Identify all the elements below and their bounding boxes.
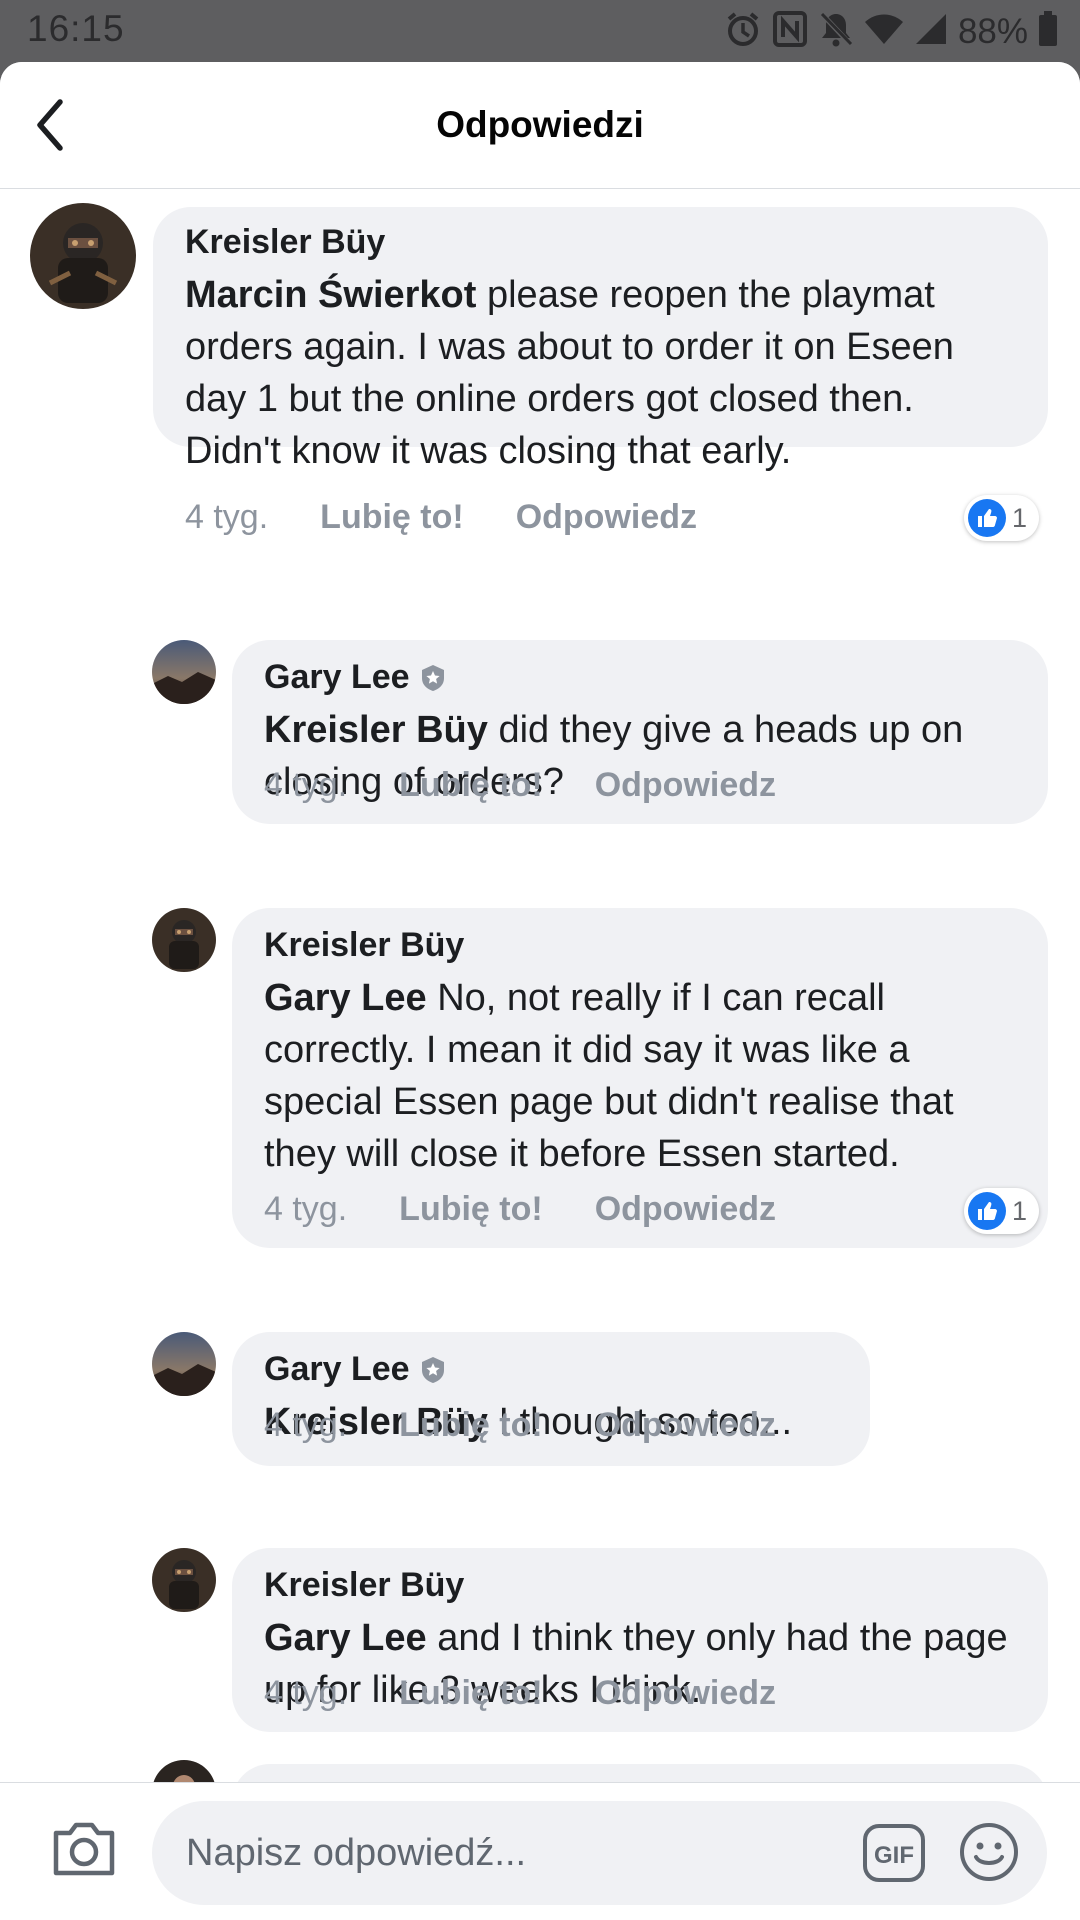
avatar[interactable]	[152, 640, 216, 704]
avatar[interactable]	[152, 1332, 216, 1396]
comment-time: 4 tyg.	[264, 766, 348, 804]
replies-sheet: Odpowiedzi Kreisler Büy Marcin Świerkot …	[0, 62, 1080, 1920]
reply-button[interactable]: Odpowiedz	[595, 1406, 776, 1445]
replies-thread: Kreisler Büy Marcin Świerkot please reop…	[0, 190, 1080, 1844]
page-title: Odpowiedzi	[436, 104, 644, 145]
reply-button[interactable]: Odpowiedz	[516, 498, 697, 537]
reaction-count-badge[interactable]: 1	[964, 495, 1040, 541]
comment-author[interactable]: Kreisler Büy	[264, 926, 464, 965]
mention-link[interactable]: Gary Lee	[264, 977, 427, 1019]
battery-percent: 88%	[957, 11, 1028, 51]
reply-composer: GIF	[0, 1782, 1080, 1920]
avatar[interactable]	[152, 1548, 216, 1612]
svg-text:GIF: GIF	[874, 1842, 914, 1869]
verified-badge-icon	[421, 664, 444, 691]
comment-actions: 4 tyg. Lubię to! Odpowiedz	[185, 498, 749, 537]
comment-author[interactable]: Kreisler Büy	[264, 1566, 464, 1605]
mention-link[interactable]: Gary Lee	[264, 1617, 427, 1659]
avatar[interactable]	[30, 203, 136, 309]
alarm-icon	[724, 10, 762, 53]
status-bar: 16:15 88%	[0, 0, 1080, 62]
emoji-button[interactable]	[958, 1821, 1020, 1883]
comment-time: 4 tyg.	[185, 498, 269, 536]
like-button[interactable]: Lubię to!	[399, 1406, 543, 1445]
reply-button[interactable]: Odpowiedz	[595, 1190, 776, 1229]
gif-button[interactable]: GIF	[862, 1823, 926, 1883]
comment-actions: 4 tyg. Lubię to! Odpowiedz	[264, 1190, 828, 1229]
reaction-count-badge[interactable]: 1	[964, 1188, 1040, 1234]
like-button[interactable]: Lubię to!	[320, 498, 464, 537]
emoji-icon	[960, 1823, 1018, 1881]
comment-time: 4 tyg.	[264, 1190, 348, 1228]
like-button[interactable]: Lubię to!	[399, 1190, 543, 1229]
status-time: 16:15	[27, 8, 125, 49]
comment-author[interactable]: Gary Lee	[264, 1350, 448, 1389]
like-button[interactable]: Lubię to!	[399, 766, 543, 805]
mention-link[interactable]: Marcin Świerkot	[185, 274, 476, 316]
comment-actions: 4 tyg. Lubię to! Odpowiedz	[264, 1674, 828, 1713]
nfc-icon	[772, 10, 808, 53]
mention-link[interactable]: Kreisler Büy	[264, 709, 488, 751]
comment-actions: 4 tyg. Lubię to! Odpowiedz	[264, 1406, 828, 1445]
comment-text: Marcin Świerkot please reopen the playma…	[185, 274, 954, 472]
battery-icon	[1038, 11, 1058, 52]
thumbs-up-icon	[968, 1192, 1006, 1230]
camera-button[interactable]	[50, 1817, 118, 1881]
comment-author[interactable]: Kreisler Büy	[185, 223, 385, 262]
reply-input-wrapper: GIF	[152, 1801, 1047, 1905]
comment-time: 4 tyg.	[264, 1674, 348, 1712]
like-button[interactable]: Lubię to!	[399, 1674, 543, 1713]
wifi-icon	[864, 12, 904, 51]
comment-bubble: Gary Lee Kreisler Büy I thought so too..…	[232, 1332, 870, 1466]
camera-icon	[53, 1822, 115, 1876]
comment-actions: 4 tyg. Lubię to! Odpowiedz	[264, 766, 828, 805]
reply-button[interactable]: Odpowiedz	[595, 766, 776, 805]
verified-badge-icon	[421, 1356, 444, 1383]
signal-icon	[914, 12, 948, 51]
gif-icon: GIF	[863, 1824, 925, 1882]
comment-bubble: Kreisler Büy Marcin Świerkot please reop…	[153, 207, 1048, 472]
comment-text: Gary Lee No, not really if I can recall …	[264, 977, 954, 1175]
comment-author[interactable]: Gary Lee	[264, 658, 448, 697]
reply-button[interactable]: Odpowiedz	[595, 1674, 776, 1713]
header: Odpowiedzi	[0, 62, 1080, 189]
comment: Kreisler Büy Marcin Świerkot please reop…	[0, 190, 1080, 541]
reply-input[interactable]	[186, 1801, 826, 1905]
thumbs-up-icon	[968, 499, 1006, 537]
avatar[interactable]	[152, 908, 216, 972]
comment-time: 4 tyg.	[264, 1406, 348, 1444]
status-icons: 88%	[724, 10, 1058, 53]
notifications-off-icon	[818, 10, 854, 53]
